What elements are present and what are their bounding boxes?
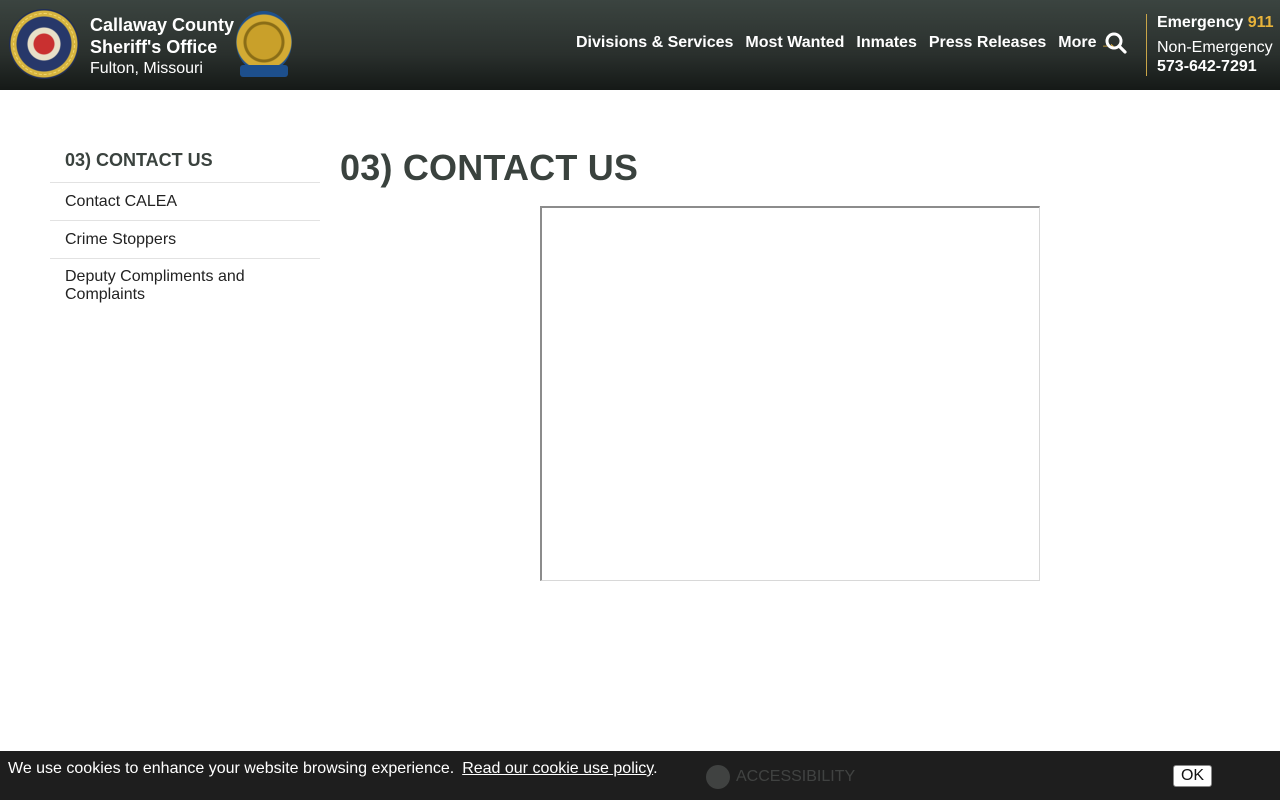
cookie-message: We use cookies to enhance your website b… [8,760,658,777]
county-seal-logo[interactable] [9,9,79,79]
main-nav: Divisions & Services Most Wanted Inmates… [576,34,1130,52]
non-emergency-label: Non-Emergency [1157,39,1273,56]
nav-more-label: More [1058,34,1097,51]
sidebar-item-deputy-compliments[interactable]: Deputy Compliments and Complaints [50,259,320,313]
nav-inmates[interactable]: Inmates [856,34,916,52]
sidebar-title[interactable]: 03) CONTACT US [50,142,320,183]
cookie-ok-button[interactable]: OK [1173,765,1212,787]
non-emergency-number[interactable]: 573-642-7291 [1157,58,1274,76]
nav-divisions-services[interactable]: Divisions & Services [576,34,733,52]
page-title: 03) CONTACT US [340,147,639,188]
sidebar-nav: 03) CONTACT US Contact CALEA Crime Stopp… [50,142,320,313]
emergency-line: Emergency 911 [1157,14,1274,32]
contact-phones: Emergency 911 Non-Emergency 573-642-7291 [1146,14,1274,76]
org-name-line2: Sheriff's Office [90,37,218,57]
embedded-content-frame[interactable] [540,206,1040,581]
org-location: Fulton, Missouri [90,60,203,77]
search-icon[interactable] [1104,31,1128,55]
emergency-label: Emergency [1157,14,1244,31]
accessibility-icon [706,765,730,789]
org-name-line1: Callaway County [90,15,235,35]
nav-press-releases[interactable]: Press Releases [929,34,1046,52]
sidebar-item-contact-calea[interactable]: Contact CALEA [50,183,320,221]
cookie-banner: ACCESSIBILITY We use cookies to enhance … [0,751,1280,800]
cookie-message-text: We use cookies to enhance your website b… [8,760,455,777]
footer-accessibility-label: ACCESSIBILITY [736,768,856,785]
sidebar-item-crime-stoppers[interactable]: Crime Stoppers [50,221,320,259]
site-brand[interactable]: Callaway County Sheriff's Office Fulton,… [90,14,234,79]
footer-accessibility-link[interactable]: ACCESSIBILITY [706,765,855,789]
nav-most-wanted[interactable]: Most Wanted [745,34,844,52]
emergency-number[interactable]: 911 [1248,14,1274,31]
accreditation-badge-logo [236,11,292,79]
cookie-policy-link[interactable]: Read our cookie use policy [462,760,653,777]
site-header: Callaway County Sheriff's Office Fulton,… [0,0,1280,90]
